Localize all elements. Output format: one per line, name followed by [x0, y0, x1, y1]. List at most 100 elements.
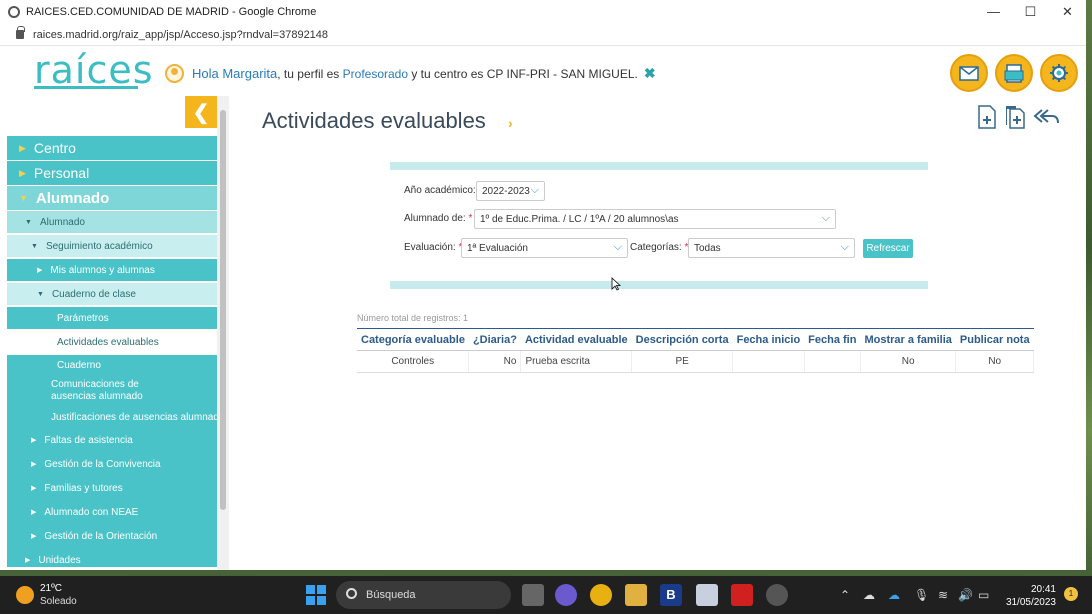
sidebar-subitem-alumnado[interactable]: ▼ Alumnado: [7, 211, 217, 233]
settings-button[interactable]: [1040, 54, 1078, 92]
sidebar-subitem-orientacion[interactable]: ▶ Gestión de la Orientación: [7, 528, 217, 544]
sidebar-subitem-actividades-evaluables[interactable]: Actividades evaluables: [7, 331, 217, 353]
column-header[interactable]: Mostrar a familia: [860, 328, 956, 351]
arrow-right-icon: ▶: [31, 533, 37, 540]
minimize-button[interactable]: —: [975, 4, 1012, 20]
sidebar-item-alumnado[interactable]: ▼ Alumnado: [7, 186, 217, 210]
volume-icon[interactable]: 🔊: [958, 588, 973, 602]
sidebar-subitem-justificaciones[interactable]: Justificaciones de ausencias alumnado: [7, 410, 217, 424]
column-header[interactable]: Fecha inicio: [732, 328, 805, 351]
clock[interactable]: 20:41 31/05/2023: [1000, 583, 1056, 609]
sidebar-item-centro[interactable]: ▶ Centro: [7, 136, 217, 160]
teams-chat-icon[interactable]: [555, 584, 577, 606]
arrow-right-icon: ▶: [19, 167, 26, 178]
sidebar-subitem-comunicaciones[interactable]: Comunicaciones de ausencias alumnado: [7, 379, 157, 403]
table-header-row: Categoría evaluable ¿Diaria? Actividad e…: [357, 328, 1034, 351]
sidebar-item-label: Centro: [33, 140, 76, 156]
evaluacion-select[interactable]: 1ª Evaluación ⌵: [461, 238, 628, 258]
documents-button[interactable]: [995, 54, 1033, 92]
table-row[interactable]: Controles No Prueba escrita PE No No: [357, 350, 1035, 373]
sidebar-item-label: Cuaderno de clase: [51, 288, 136, 300]
windows-start-icon[interactable]: [305, 584, 327, 606]
file-explorer-icon[interactable]: [625, 584, 647, 606]
user-greeting: Hola Margarita , tu perfil es Profesorad…: [165, 64, 656, 83]
notification-badge[interactable]: 1: [1064, 587, 1078, 601]
anio-value: 2022-2023: [482, 185, 530, 197]
column-header[interactable]: ¿Diaria?: [468, 328, 521, 351]
activities-table: Categoría evaluable ¿Diaria? Actividad e…: [357, 328, 1035, 373]
table-cell: Controles: [357, 350, 470, 373]
close-button[interactable]: ✕: [1049, 4, 1086, 20]
sidebar-scrollbar[interactable]: [217, 96, 229, 570]
new-document-icon[interactable]: [975, 104, 999, 130]
wifi-icon[interactable]: ≋: [938, 588, 948, 602]
title-bar: RAICES.CED.COMUNIDAD DE MADRID - Google …: [0, 0, 1086, 24]
sidebar-subitem-faltas[interactable]: ▶ Faltas de asistencia: [7, 432, 217, 448]
arrow-right-icon: ▶: [19, 142, 26, 153]
chrome-icon[interactable]: [590, 584, 612, 606]
arrow-right-icon: ▶: [31, 509, 37, 516]
arrow-down-icon: ▼: [25, 218, 32, 226]
onedrive-icon[interactable]: ☁: [888, 588, 900, 602]
greeting-text-end: y tu centro es CP INF-PRI - SAN MIGUEL.: [408, 66, 638, 81]
sidebar-subitem-neae[interactable]: ▶ Alumnado con NEAE: [7, 504, 217, 520]
sidebar-subitem-mis-alumnos[interactable]: ▶ Mis alumnos y alumnas: [7, 259, 217, 281]
sidebar-item-label: Personal: [33, 165, 90, 181]
mail-button[interactable]: [950, 54, 988, 92]
arrow-down-icon: ▼: [31, 242, 38, 250]
column-header[interactable]: Categoría evaluable: [357, 328, 469, 351]
raices-logo[interactable]: raíces: [34, 50, 154, 90]
battery-icon[interactable]: ▭: [978, 588, 989, 602]
close-session-icon[interactable]: ✖: [644, 65, 656, 82]
microphone-icon[interactable]: 🎙: [914, 588, 929, 602]
document-app-icon[interactable]: [696, 584, 718, 606]
weather-description[interactable]: Soleado: [40, 596, 77, 607]
profile-link[interactable]: Profesorado: [343, 67, 408, 81]
cloud-icon[interactable]: ☁: [863, 588, 875, 602]
anio-select[interactable]: 2022-2023 ⌵: [476, 181, 545, 201]
chevron-down-icon: ⌵: [821, 212, 830, 224]
chevron-up-icon[interactable]: ⌃: [840, 588, 850, 602]
search-placeholder: Búsqueda: [366, 589, 416, 601]
column-header[interactable]: Actividad evaluable: [520, 328, 632, 351]
app-header: raíces Hola Margarita , tu perfil es Pro…: [0, 46, 1086, 96]
sidebar-subitem-unidades[interactable]: ▶ Unidades: [7, 552, 217, 568]
sun-icon[interactable]: [16, 586, 34, 604]
sidebar-subitem-seguimiento[interactable]: ▼ Seguimiento académico: [7, 235, 217, 257]
arrow-right-icon: ▶: [31, 437, 37, 444]
recorder-icon[interactable]: [766, 584, 788, 606]
column-header[interactable]: Fecha fin: [804, 328, 861, 351]
copy-document-icon[interactable]: [1003, 104, 1027, 130]
sidebar-subitem-parametros[interactable]: Parámetros: [7, 307, 217, 329]
collapse-sidebar-button[interactable]: ❮: [185, 96, 217, 128]
column-header[interactable]: Descripción corta: [631, 328, 733, 351]
anio-label: Año académico:: [404, 185, 476, 196]
sidebar-subitem-familias[interactable]: ▶ Familias y tutores: [7, 480, 217, 496]
chevron-down-icon: ⌵: [613, 241, 622, 253]
app-b-icon[interactable]: B: [660, 584, 682, 606]
acrobat-icon[interactable]: [731, 584, 753, 606]
sidebar-item-label: Parámetros: [57, 312, 109, 324]
sidebar-item-label: Cuaderno: [57, 360, 101, 371]
taskbar-search[interactable]: Búsqueda: [336, 581, 511, 609]
back-reply-icon[interactable]: [1032, 104, 1060, 130]
sidebar-item-personal[interactable]: ▶ Personal: [7, 161, 217, 185]
address-bar[interactable]: raices.madrid.org/raiz_app/jsp/Acceso.js…: [0, 24, 1086, 46]
refresh-button[interactable]: Refrescar: [863, 239, 913, 258]
weather-temperature[interactable]: 21ºC: [40, 583, 62, 594]
sidebar-item-label: Actividades evaluables: [57, 336, 159, 348]
sidebar-subitem-convivencia[interactable]: ▶ Gestión de la Convivencia: [7, 456, 217, 472]
column-header[interactable]: Publicar nota: [955, 328, 1034, 351]
window-title: RAICES.CED.COMUNIDAD DE MADRID - Google …: [26, 6, 317, 18]
categorias-select[interactable]: Todas ⌵: [688, 238, 855, 258]
sidebar-subitem-cuaderno-clase[interactable]: ▼ Cuaderno de clase: [7, 283, 217, 305]
alumnado-label: Alumnado de: *: [404, 213, 472, 224]
alumnado-select[interactable]: 1º de Educ.Prima. / LC / 1ºA / 20 alumno…: [474, 209, 836, 229]
task-view-icon[interactable]: [522, 584, 544, 606]
maximize-button[interactable]: ☐: [1012, 4, 1049, 20]
arrow-down-icon: ▼: [37, 290, 44, 298]
scrollbar-thumb[interactable]: [220, 110, 226, 510]
url-text[interactable]: raices.madrid.org/raiz_app/jsp/Acceso.js…: [33, 29, 328, 41]
sidebar-item-label: Familias y tutores: [44, 482, 123, 494]
gear-icon: [1050, 64, 1068, 82]
